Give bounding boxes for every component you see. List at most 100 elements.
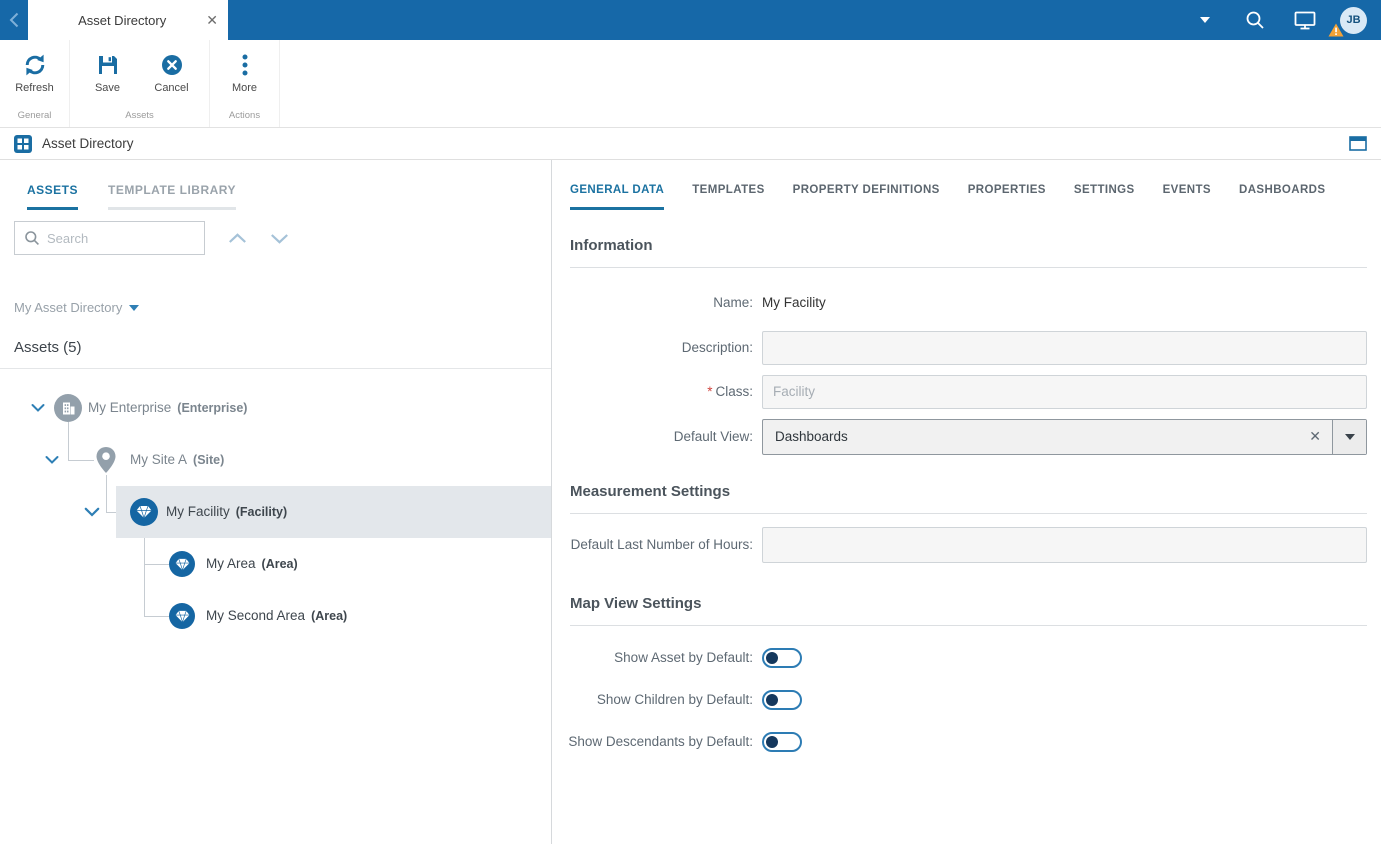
- default-last-hours-input[interactable]: [762, 527, 1367, 563]
- name-row: Name: My Facility: [552, 293, 1367, 313]
- tree-row-my-area[interactable]: My Area (Area): [0, 538, 551, 590]
- monitor-icon[interactable]: [1280, 11, 1330, 30]
- search-icon: [24, 230, 40, 246]
- show-descendants-toggle[interactable]: [762, 732, 802, 752]
- section-information-heading: Information: [570, 237, 1367, 268]
- description-label: Description:: [552, 338, 753, 358]
- directory-selector-label: My Asset Directory: [14, 300, 122, 315]
- chevron-down-icon[interactable]: [84, 507, 100, 517]
- refresh-button[interactable]: Refresh: [3, 51, 67, 94]
- tree-node-type: (Area): [262, 557, 298, 571]
- class-row: *Class:: [552, 375, 1367, 409]
- tree-node-name: My Enterprise: [88, 400, 171, 415]
- show-children-toggle[interactable]: [762, 690, 802, 710]
- tree-row-my-facility[interactable]: My Facility(Facility): [0, 486, 551, 538]
- ribbon-group-assets: Save Cancel Assets: [70, 40, 210, 127]
- chevron-up-icon[interactable]: [228, 233, 247, 244]
- asset-tree: My Enterprise(Enterprise) My Site A(Site…: [0, 382, 551, 652]
- clear-icon[interactable]: ✕: [1298, 428, 1332, 445]
- ribbon-group-label-actions: Actions: [210, 110, 279, 127]
- show-asset-row: Show Asset by Default:: [552, 648, 1367, 668]
- show-asset-toggle[interactable]: [762, 648, 802, 668]
- tab-assets[interactable]: ASSETS: [27, 183, 78, 210]
- default-last-hours-label: Default Last Number of Hours:: [552, 535, 753, 555]
- topbar-actions: JB: [1180, 0, 1381, 40]
- description-row: Description:: [552, 331, 1367, 365]
- tab-settings[interactable]: SETTINGS: [1074, 184, 1135, 210]
- section-map-view-heading: Map View Settings: [570, 595, 1367, 626]
- avatar[interactable]: JB: [1340, 7, 1367, 34]
- cancel-button[interactable]: Cancel: [140, 51, 204, 94]
- save-button[interactable]: Save: [76, 51, 140, 94]
- cancel-icon: [160, 51, 184, 78]
- search-icon[interactable]: [1230, 10, 1280, 30]
- ribbon-group-label-assets: Assets: [70, 110, 209, 127]
- divider: [0, 368, 551, 369]
- tab-events[interactable]: EVENTS: [1163, 184, 1211, 210]
- tree-node-name: My Second Area: [206, 608, 305, 623]
- expand-panel-icon[interactable]: [1349, 136, 1367, 151]
- area-asset-icon: [169, 603, 195, 629]
- tab-template-library[interactable]: TEMPLATE LIBRARY: [108, 183, 236, 210]
- tab-properties[interactable]: PROPERTIES: [968, 184, 1046, 210]
- class-input[interactable]: [762, 375, 1367, 409]
- tree-row-my-enterprise[interactable]: My Enterprise(Enterprise): [0, 382, 551, 434]
- default-view-value: Dashboards: [763, 429, 1298, 444]
- ribbon-group-actions: More Actions: [210, 40, 280, 127]
- close-icon[interactable]: ✕: [206, 12, 218, 29]
- app-window-tab[interactable]: Asset Directory ✕: [28, 0, 228, 40]
- tree-search-row: [14, 221, 551, 255]
- left-tab-strip: ASSETS TEMPLATE LIBRARY: [0, 160, 551, 210]
- directory-selector[interactable]: My Asset Directory: [14, 300, 551, 315]
- tree-row-my-site-a[interactable]: My Site A(Site): [0, 434, 551, 486]
- toggle-knob: [766, 652, 778, 664]
- caret-down-icon[interactable]: [1180, 17, 1230, 23]
- name-value: My Facility: [762, 295, 1367, 310]
- ribbon-group-general: Refresh General: [0, 40, 70, 127]
- assets-count-heading: Assets (5): [14, 339, 551, 356]
- show-children-label: Show Children by Default:: [552, 690, 753, 710]
- ribbon-toolbar: Refresh General Save: [0, 40, 1381, 128]
- show-asset-label: Show Asset by Default:: [552, 648, 753, 668]
- show-descendants-row: Show Descendants by Default:: [552, 732, 1367, 752]
- topbar: Asset Directory ✕ JB: [0, 0, 1381, 40]
- tree-node-name: My Area: [206, 556, 256, 571]
- main-content: ASSETS TEMPLATE LIBRARY My Asset Directo…: [0, 160, 1381, 844]
- asset-browser-panel: ASSETS TEMPLATE LIBRARY My Asset Directo…: [0, 160, 552, 844]
- show-descendants-label: Show Descendants by Default:: [552, 732, 753, 752]
- section-measurement-heading: Measurement Settings: [570, 483, 1367, 514]
- save-label: Save: [95, 82, 120, 94]
- warning-icon: [1328, 23, 1344, 37]
- tab-property-definitions[interactable]: PROPERTY DEFINITIONS: [793, 184, 940, 210]
- avatar-initials: JB: [1346, 14, 1360, 26]
- dropdown-button[interactable]: [1332, 420, 1366, 454]
- topbar-left: Asset Directory ✕: [0, 0, 228, 40]
- tree-node-type: (Site): [193, 453, 224, 467]
- back-chevron-icon[interactable]: [0, 0, 28, 40]
- toggle-knob: [766, 736, 778, 748]
- name-label: Name:: [552, 293, 753, 313]
- chevron-down-icon[interactable]: [270, 233, 289, 244]
- tab-dashboards[interactable]: DASHBOARDS: [1239, 184, 1325, 210]
- detail-tab-strip: GENERAL DATA TEMPLATES PROPERTY DEFINITI…: [552, 160, 1381, 210]
- facility-asset-icon: [130, 498, 158, 526]
- page-titlebar: Asset Directory: [0, 128, 1381, 160]
- caret-down-icon: [1345, 434, 1355, 440]
- page-title: Asset Directory: [42, 136, 134, 151]
- show-children-row: Show Children by Default:: [552, 690, 1367, 710]
- description-input[interactable]: [762, 331, 1367, 365]
- more-button[interactable]: More: [213, 51, 277, 94]
- more-label: More: [232, 82, 257, 94]
- default-last-hours-row: Default Last Number of Hours:: [552, 527, 1367, 563]
- tree-row-my-second-area[interactable]: My Second Area (Area): [0, 590, 551, 642]
- tree-node-name: My Facility: [166, 504, 230, 519]
- chevron-down-icon[interactable]: [45, 456, 59, 465]
- search-input[interactable]: [47, 231, 204, 246]
- area-asset-icon: [169, 551, 195, 577]
- cancel-label: Cancel: [154, 82, 188, 94]
- tree-node-type: (Area): [311, 609, 347, 623]
- chevron-down-icon[interactable]: [31, 404, 45, 413]
- default-view-combobox[interactable]: Dashboards ✕: [762, 419, 1367, 455]
- tab-templates[interactable]: TEMPLATES: [692, 184, 764, 210]
- tab-general-data[interactable]: GENERAL DATA: [570, 184, 664, 210]
